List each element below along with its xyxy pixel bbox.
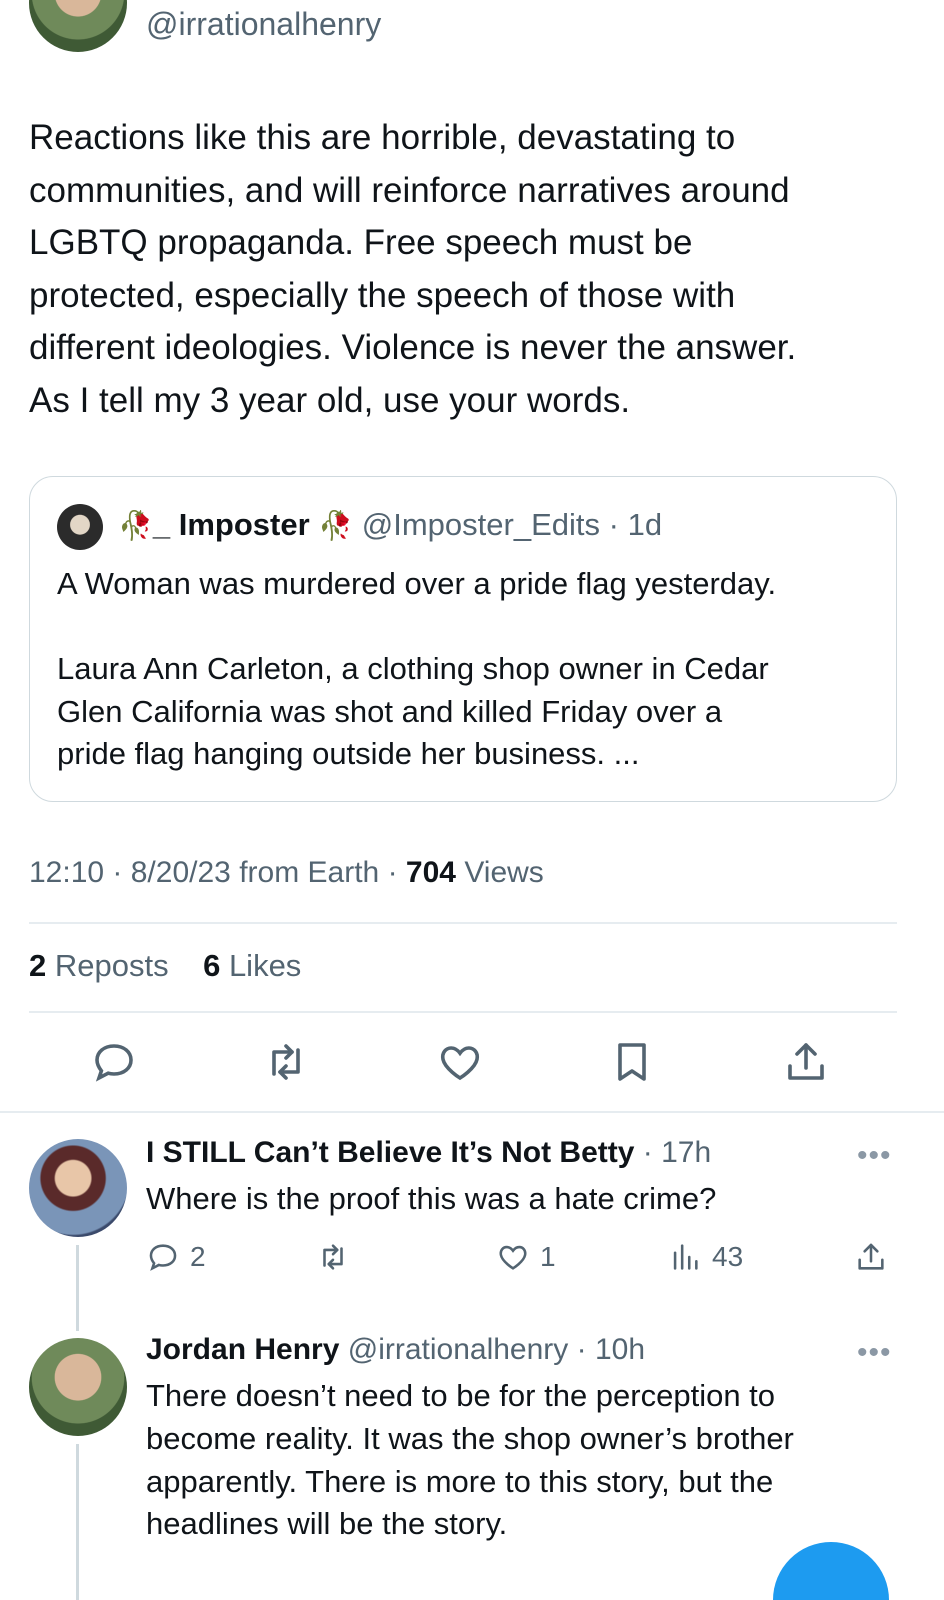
reply-author-name[interactable]: I STILL Can’t Believe It’s Not Betty (146, 1136, 634, 1169)
tweet-time: 12:10 (29, 856, 105, 889)
quoted-text-line: Laura Ann Carleton, a clothing shop owne… (57, 651, 769, 686)
repost-icon (323, 1244, 343, 1270)
repost-icon[interactable] (262, 1038, 310, 1086)
reply-author-handle[interactable]: @irrationalhenry (348, 1333, 569, 1366)
views-label: Views (464, 856, 544, 889)
divider (0, 1111, 944, 1113)
quoted-text-gap (57, 606, 877, 649)
reply-text-line: There doesn’t need to be for the percept… (146, 1378, 776, 1413)
rose-emoji: 🥀 (318, 510, 354, 541)
divider (29, 1011, 897, 1013)
reply-icon[interactable] (90, 1038, 138, 1086)
author-handle[interactable]: @irrationalhenry (146, 6, 381, 43)
quoted-text-line: A Woman was murdered over a pride flag y… (57, 566, 777, 601)
reply-text: There doesn’t need to be for the percept… (146, 1375, 906, 1546)
reply-avatar[interactable] (29, 1338, 127, 1436)
like-count: 1 (540, 1241, 556, 1272)
reposts-label: Reposts (54, 948, 169, 983)
tweet-source: from Earth (239, 856, 380, 889)
reposts-link[interactable]: 2 Reposts (29, 948, 169, 983)
more-options-icon[interactable]: ••• (857, 1336, 892, 1370)
tweet-text-line: LGBTQ propaganda. Free speech must be (29, 223, 693, 262)
views-button[interactable]: 43 (668, 1237, 743, 1277)
reply-header: Jordan Henry @irrationalhenry · 10h (146, 1333, 645, 1367)
reply-age: 10h (594, 1333, 646, 1366)
likes-link[interactable]: 6 Likes (203, 948, 301, 983)
reply-count: 2 (190, 1241, 206, 1272)
reply-action-bar: 2 1 43 (146, 1237, 906, 1277)
like-button[interactable]: 1 (496, 1237, 556, 1277)
separator-dot: · (568, 1333, 595, 1366)
tweet-text-line: protected, especially the speech of thos… (29, 275, 736, 315)
quoted-author-handle: @Imposter_Edits (361, 507, 601, 542)
reposts-count: 2 (29, 948, 47, 983)
more-options-icon[interactable]: ••• (857, 1139, 892, 1173)
quoted-tweet-card[interactable]: 🥀_ Imposter 🥀 @Imposter_Edits · 1d A Wom… (29, 476, 897, 802)
reply-header: I STILL Can’t Believe It’s Not Betty · 1… (146, 1136, 711, 1170)
share-icon (858, 1243, 884, 1270)
tweet-metadata: 12:10 · 8/20/23 from Earth · 704 Views (29, 856, 544, 889)
separator-dot: · (634, 1136, 662, 1169)
reply-text-line: Where is the proof this was a hate crime… (146, 1181, 717, 1216)
tweet-action-bar (0, 1038, 944, 1090)
thread-connector (76, 1444, 79, 1600)
repost-button[interactable] (316, 1237, 350, 1277)
author-avatar[interactable] (29, 0, 127, 52)
views-icon (673, 1244, 698, 1270)
likes-label: Likes (228, 948, 302, 983)
tweet-text-line: As I tell my 3 year old, use your words. (29, 380, 631, 420)
share-icon[interactable] (782, 1038, 830, 1086)
engagement-counts: 2 Reposts 6 Likes (29, 948, 301, 984)
quoted-author-avatar (57, 504, 103, 550)
compose-button[interactable] (773, 1542, 889, 1600)
quoted-text-line: pride flag hanging outside her business.… (57, 736, 640, 771)
tweet-text: Reactions like this are horrible, devast… (29, 112, 909, 427)
reply-icon (149, 1244, 177, 1271)
bookmark-icon[interactable] (608, 1038, 656, 1086)
reply-text-line: headlines will be the story. (146, 1506, 508, 1542)
quoted-tweet-age: 1d (627, 507, 663, 542)
quoted-tweet-text: A Woman was murdered over a pride flag y… (57, 563, 877, 776)
reply-avatar[interactable] (29, 1139, 127, 1237)
view-count: 43 (712, 1241, 744, 1272)
reply-text-line: apparently. There is more to this story,… (146, 1463, 774, 1499)
thread-connector (76, 1245, 79, 1331)
quoted-tweet-header: 🥀_ Imposter 🥀 @Imposter_Edits · 1d (118, 507, 662, 543)
quoted-text-line: Glen California was shot and killed Frid… (57, 693, 723, 729)
reply-author-name[interactable]: Jordan Henry (146, 1333, 339, 1366)
reply-text-line: become reality. It was the shop owner’s … (146, 1420, 794, 1456)
tweet-date: 8/20/23 (130, 856, 231, 889)
reply-text: Where is the proof this was a hate crime… (146, 1178, 906, 1221)
likes-count: 6 (203, 948, 221, 983)
like-icon[interactable] (436, 1038, 484, 1086)
tweet-text-line: different ideologies. Violence is never … (29, 328, 797, 367)
divider (29, 922, 897, 924)
reply-button[interactable]: 2 (146, 1237, 206, 1277)
tweet-text-line: Reactions like this are horrible, devast… (29, 118, 736, 157)
like-icon (499, 1245, 527, 1270)
quoted-author-name: _ Imposter (152, 507, 310, 542)
rose-emoji: 🥀 (118, 510, 153, 541)
separator-dot: · (600, 507, 628, 542)
tweet-text-line: communities, and will reinforce narrativ… (29, 170, 790, 210)
share-button[interactable] (854, 1237, 888, 1277)
reply-age: 17h (661, 1136, 712, 1169)
views-count: 704 (405, 856, 456, 889)
